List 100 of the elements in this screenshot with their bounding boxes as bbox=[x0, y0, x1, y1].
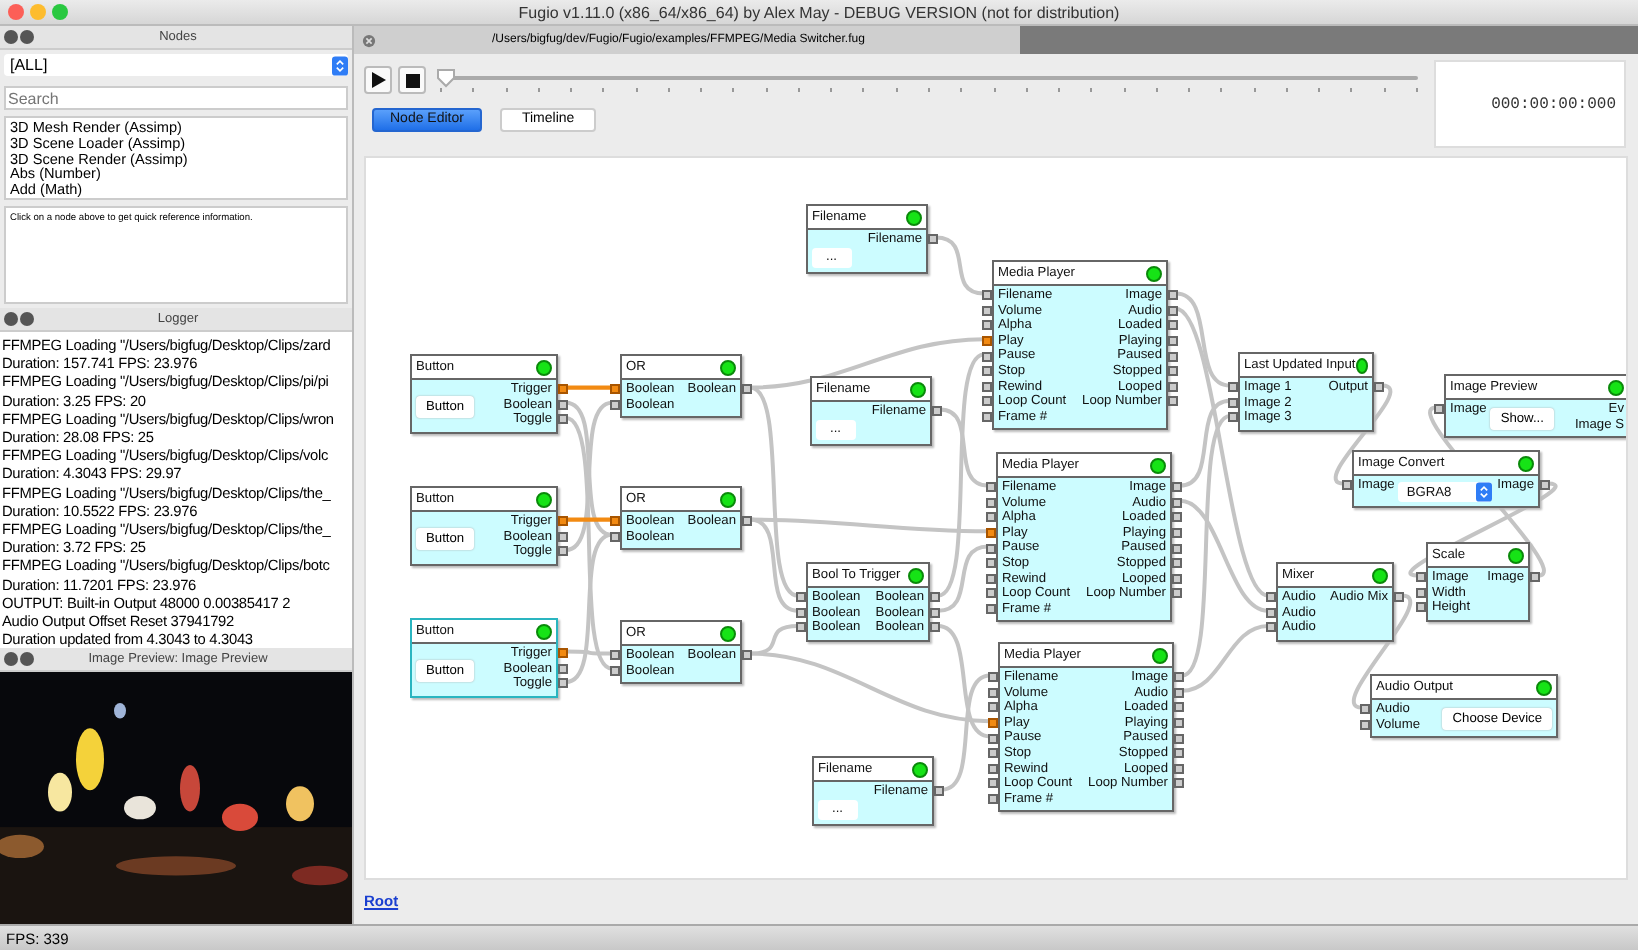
input-port[interactable] bbox=[610, 384, 620, 395]
input-port[interactable] bbox=[796, 607, 806, 618]
input-port[interactable] bbox=[988, 702, 998, 713]
input-port[interactable] bbox=[1434, 404, 1444, 415]
output-port[interactable] bbox=[558, 384, 568, 395]
output-port[interactable] bbox=[1172, 528, 1182, 539]
output-port[interactable] bbox=[1174, 718, 1184, 729]
output-port[interactable] bbox=[558, 648, 568, 659]
input-port[interactable] bbox=[1360, 704, 1370, 715]
input-port[interactable] bbox=[610, 531, 620, 542]
output-port[interactable] bbox=[1172, 512, 1182, 523]
input-port[interactable] bbox=[982, 305, 992, 316]
output-port[interactable] bbox=[1168, 366, 1178, 377]
input-port[interactable] bbox=[1266, 607, 1276, 618]
timeline-slider[interactable] bbox=[440, 66, 1418, 94]
input-port[interactable] bbox=[988, 763, 998, 774]
input-port[interactable] bbox=[988, 687, 998, 698]
output-port[interactable] bbox=[1168, 381, 1178, 392]
output-port[interactable] bbox=[1172, 588, 1182, 599]
input-port[interactable] bbox=[986, 528, 996, 539]
input-port[interactable] bbox=[982, 320, 992, 331]
output-port[interactable] bbox=[558, 663, 568, 674]
input-port[interactable] bbox=[796, 592, 806, 603]
input-port[interactable] bbox=[986, 482, 996, 493]
input-port[interactable] bbox=[1266, 622, 1276, 633]
output-port[interactable] bbox=[1174, 672, 1184, 683]
output-port[interactable] bbox=[1172, 573, 1182, 584]
output-port[interactable] bbox=[1172, 497, 1182, 508]
output-port[interactable] bbox=[1168, 305, 1178, 316]
output-port[interactable] bbox=[558, 516, 568, 527]
input-port[interactable] bbox=[1416, 602, 1426, 613]
input-port[interactable] bbox=[1416, 587, 1426, 598]
input-port[interactable] bbox=[986, 512, 996, 523]
close-icon[interactable] bbox=[4, 312, 18, 326]
output-port[interactable] bbox=[742, 516, 752, 527]
output-port[interactable] bbox=[742, 384, 752, 395]
output-port[interactable] bbox=[1168, 396, 1178, 407]
close-icon[interactable] bbox=[362, 33, 376, 47]
output-port[interactable] bbox=[1394, 592, 1404, 603]
output-port[interactable] bbox=[1174, 748, 1184, 759]
output-port[interactable] bbox=[930, 622, 940, 633]
category-dropdown[interactable]: [ALL] bbox=[4, 54, 348, 76]
input-port[interactable] bbox=[610, 516, 620, 527]
input-port[interactable] bbox=[986, 588, 996, 599]
output-port[interactable] bbox=[1174, 733, 1184, 744]
output-port[interactable] bbox=[742, 650, 752, 661]
input-port[interactable] bbox=[986, 604, 996, 615]
input-port[interactable] bbox=[1360, 719, 1370, 730]
input-port[interactable] bbox=[610, 399, 620, 410]
output-port[interactable] bbox=[1540, 480, 1550, 491]
output-port[interactable] bbox=[1374, 382, 1384, 393]
float-icon[interactable] bbox=[20, 312, 34, 326]
input-port[interactable] bbox=[982, 396, 992, 407]
input-port[interactable] bbox=[988, 794, 998, 805]
input-port[interactable] bbox=[1228, 397, 1238, 408]
output-port[interactable] bbox=[1172, 558, 1182, 569]
slider-thumb[interactable] bbox=[436, 68, 456, 88]
input-port[interactable] bbox=[988, 672, 998, 683]
output-port[interactable] bbox=[1530, 572, 1540, 583]
input-port[interactable] bbox=[982, 290, 992, 301]
input-port[interactable] bbox=[982, 336, 992, 347]
output-port[interactable] bbox=[558, 399, 568, 410]
output-port[interactable] bbox=[1174, 778, 1184, 789]
output-port[interactable] bbox=[930, 592, 940, 603]
play-button[interactable] bbox=[364, 66, 392, 94]
output-port[interactable] bbox=[934, 786, 944, 797]
output-port[interactable] bbox=[1172, 482, 1182, 493]
input-port[interactable] bbox=[1416, 572, 1426, 583]
output-port[interactable] bbox=[932, 406, 942, 417]
input-port[interactable] bbox=[610, 650, 620, 661]
output-port[interactable] bbox=[930, 607, 940, 618]
output-port[interactable] bbox=[1168, 290, 1178, 301]
output-port[interactable] bbox=[1174, 763, 1184, 774]
input-port[interactable] bbox=[1342, 480, 1352, 491]
output-port[interactable] bbox=[558, 546, 568, 557]
output-port[interactable] bbox=[1168, 336, 1178, 347]
input-port[interactable] bbox=[982, 366, 992, 377]
input-port[interactable] bbox=[1228, 382, 1238, 393]
input-port[interactable] bbox=[982, 381, 992, 392]
input-port[interactable] bbox=[986, 543, 996, 554]
search-field[interactable]: Search bbox=[4, 86, 348, 110]
float-icon[interactable] bbox=[20, 30, 34, 44]
input-port[interactable] bbox=[986, 558, 996, 569]
input-port[interactable] bbox=[988, 718, 998, 729]
input-port[interactable] bbox=[1266, 592, 1276, 603]
output-port[interactable] bbox=[1172, 543, 1182, 554]
input-port[interactable] bbox=[982, 412, 992, 423]
output-port[interactable] bbox=[1168, 351, 1178, 362]
close-icon[interactable] bbox=[4, 652, 18, 666]
float-icon[interactable] bbox=[20, 652, 34, 666]
input-port[interactable] bbox=[1228, 412, 1238, 423]
output-port[interactable] bbox=[928, 234, 938, 245]
input-port[interactable] bbox=[988, 733, 998, 744]
output-port[interactable] bbox=[1174, 702, 1184, 713]
output-port[interactable] bbox=[1174, 687, 1184, 698]
input-port[interactable] bbox=[986, 573, 996, 584]
input-port[interactable] bbox=[796, 622, 806, 633]
input-port[interactable] bbox=[982, 351, 992, 362]
input-port[interactable] bbox=[988, 748, 998, 759]
output-port[interactable] bbox=[558, 414, 568, 425]
